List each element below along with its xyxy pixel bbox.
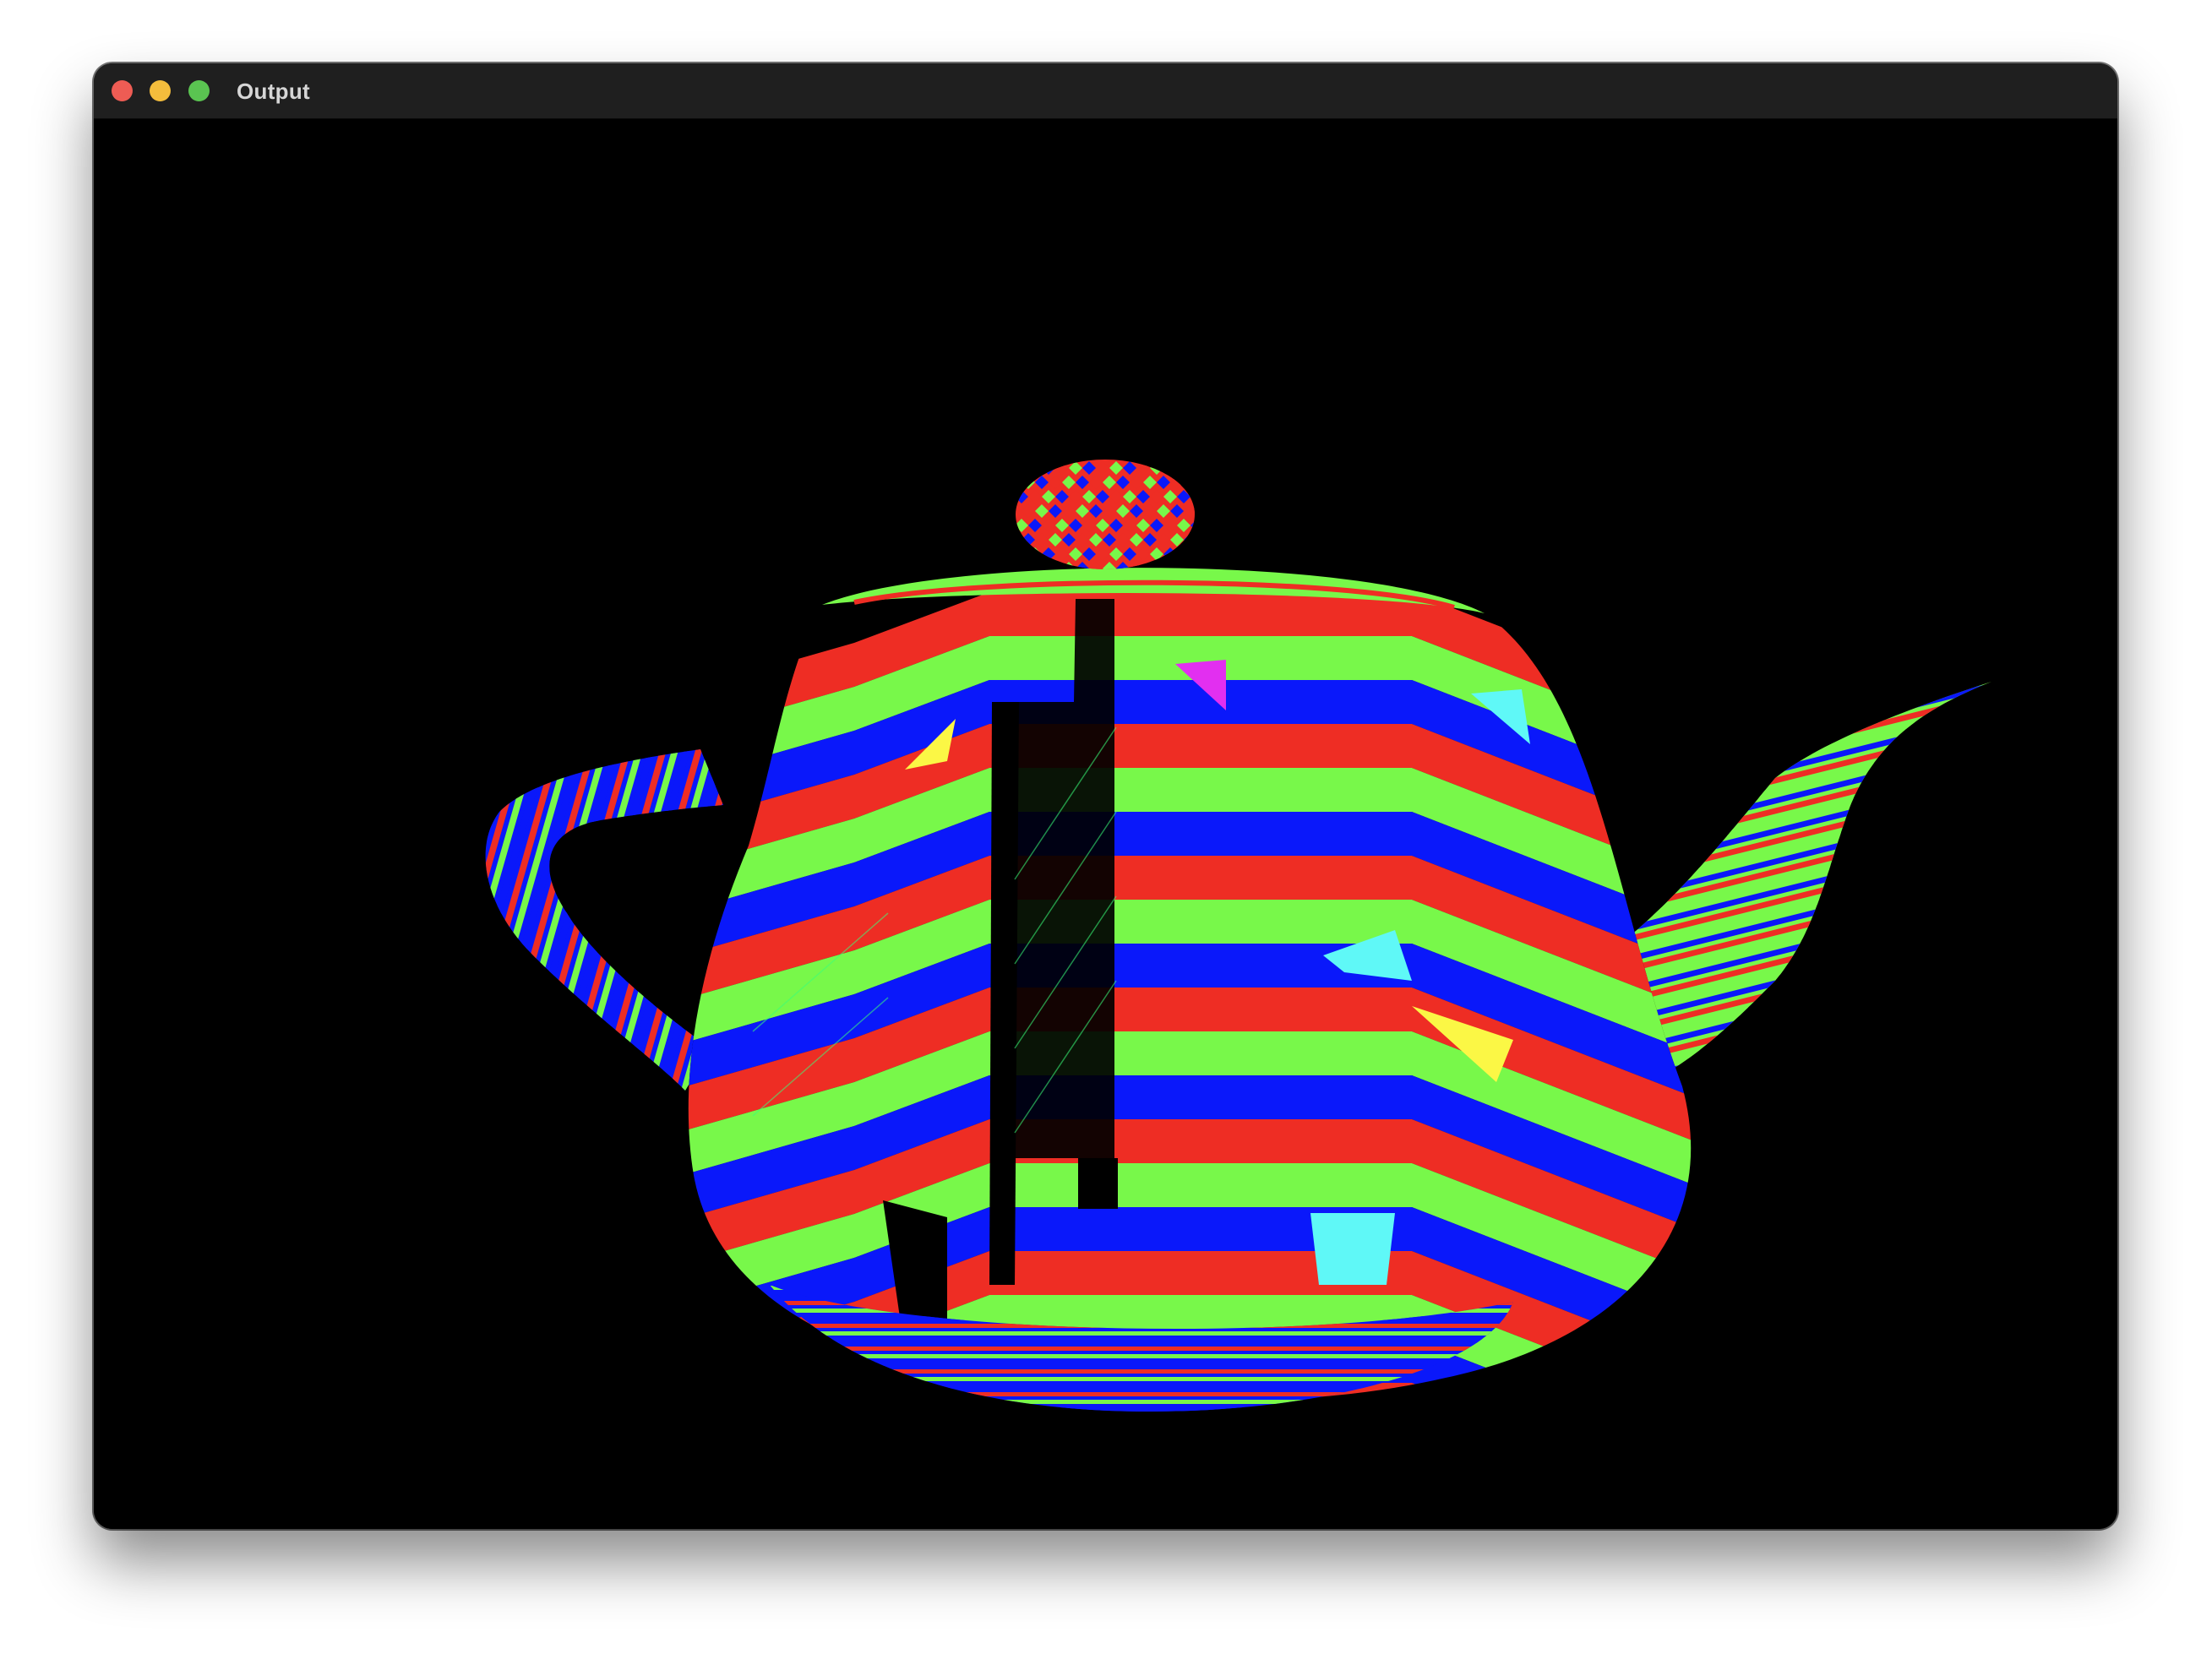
output-window: Output (94, 63, 2117, 1529)
close-button[interactable] (112, 80, 133, 101)
maximize-button[interactable] (188, 80, 210, 101)
title-bar[interactable]: Output (94, 63, 2117, 119)
teapot-render (485, 460, 1991, 1412)
render-canvas[interactable] (94, 119, 2117, 1529)
teapot-knob (1016, 460, 1195, 569)
window-title: Output (237, 79, 310, 104)
minimize-button[interactable] (150, 80, 171, 101)
